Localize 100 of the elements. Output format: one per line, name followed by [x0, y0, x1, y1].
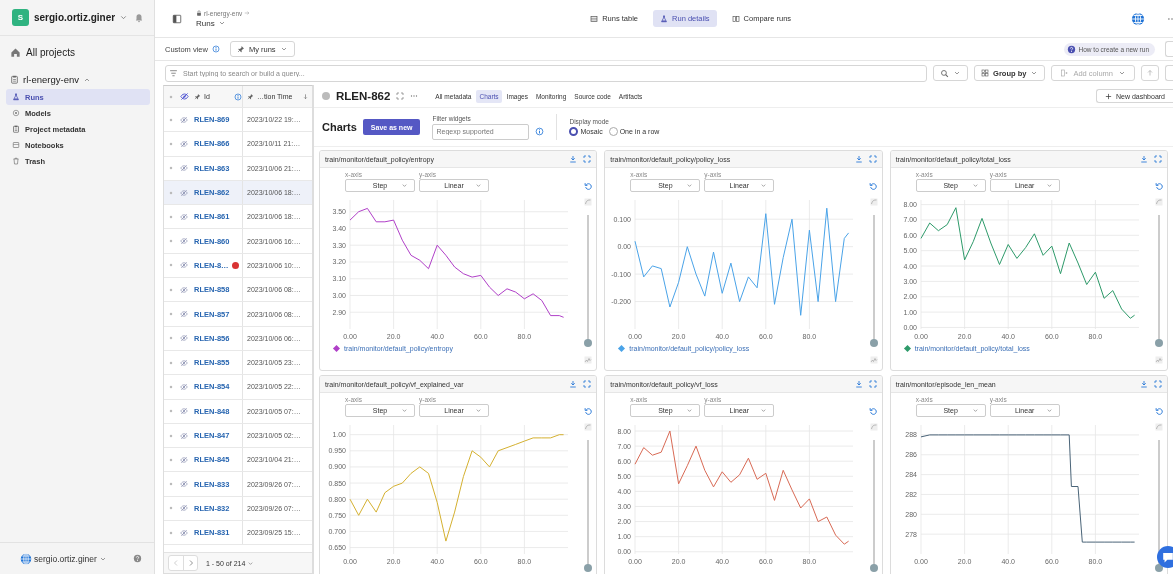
notebook-icon: [12, 141, 20, 149]
radio-button[interactable]: [608, 127, 618, 136]
chevron-down-icon: [119, 13, 129, 22]
slider-thumb[interactable]: [1155, 339, 1163, 347]
reset-zoom-button[interactable]: [1154, 182, 1164, 191]
fullscreen-button[interactable]: [583, 380, 592, 388]
reset-icon: [583, 407, 593, 416]
project-toggle[interactable]: rl-energy-env: [0, 74, 154, 89]
legend-marker: [618, 344, 626, 352]
trash-icon: [12, 157, 20, 165]
fullscreen-button[interactable]: [1154, 155, 1162, 163]
download-icon: [1140, 380, 1148, 388]
fullscreen-button[interactable]: [1154, 380, 1162, 388]
smoothing-toggle[interactable]: [584, 423, 593, 431]
pin-icon: [236, 45, 245, 53]
reset-icon: [869, 182, 879, 191]
reset-icon: [1154, 182, 1164, 191]
smoothing-toggle[interactable]: [1155, 423, 1163, 431]
eye-off-icon: [180, 164, 188, 173]
clipboard-icon: [12, 125, 20, 133]
slider-thumb[interactable]: [869, 564, 878, 572]
upload-button[interactable]: [1141, 65, 1159, 81]
smoothing-toggle[interactable]: [869, 198, 878, 206]
chevron-down-icon: [686, 182, 694, 189]
chevron-down-icon: [475, 407, 482, 414]
search-dropdown[interactable]: [933, 65, 969, 81]
smoothing-toggle[interactable]: [869, 423, 878, 431]
download-icon: [569, 380, 578, 388]
chevron-down-icon: [401, 407, 408, 414]
fullscreen-icon: [583, 380, 592, 388]
download-button[interactable]: [1140, 380, 1148, 388]
sort-icon: [302, 93, 309, 100]
plus-icon: [1104, 92, 1112, 100]
clipboard-icon: [10, 75, 19, 84]
help-icon: [1066, 44, 1076, 54]
fullscreen-icon: [1154, 155, 1162, 163]
eye-off-icon: [180, 407, 188, 416]
eye-off-icon: [180, 528, 188, 537]
help-icon: [133, 554, 142, 563]
curve-icon: [584, 423, 593, 431]
reset-zoom-button[interactable]: [1154, 407, 1164, 416]
pin-icon: [194, 93, 201, 100]
chevron-down-icon: [1045, 407, 1053, 414]
flask-icon: [12, 93, 20, 101]
fullscreen-icon: [1154, 380, 1162, 388]
line-chart-icon: [869, 356, 878, 364]
reset-zoom-button[interactable]: [583, 182, 593, 191]
info-icon: [234, 92, 242, 101]
bell-icon: [134, 12, 144, 23]
reset-zoom-button[interactable]: [869, 182, 879, 191]
chevron-down-icon: [971, 182, 979, 189]
reset-zoom-button[interactable]: [583, 407, 593, 416]
slider-thumb[interactable]: [584, 339, 593, 347]
columns-icon: [731, 14, 740, 23]
raw-data-toggle[interactable]: [584, 356, 593, 364]
page-dropdown[interactable]: Runs: [196, 18, 251, 28]
fullscreen-icon: [868, 380, 877, 388]
eye-off-icon: [180, 139, 188, 148]
flask-icon: [660, 14, 669, 23]
column-plus-icon: [1060, 69, 1069, 77]
smoothing-toggle[interactable]: [584, 198, 593, 206]
download-button[interactable]: [1140, 155, 1148, 163]
fullscreen-button[interactable]: [868, 380, 877, 388]
download-button[interactable]: [854, 380, 863, 388]
curve-icon: [1155, 423, 1163, 431]
slider-thumb[interactable]: [869, 339, 878, 347]
fullscreen-button[interactable]: [868, 155, 877, 163]
all-projects-link[interactable]: All projects: [0, 36, 154, 74]
fullscreen-button[interactable]: [583, 155, 592, 163]
reset-zoom-button[interactable]: [869, 407, 879, 416]
curve-icon: [1155, 198, 1163, 206]
chevron-down-icon: [1118, 69, 1126, 77]
grid-icon: [981, 69, 990, 77]
radio-button[interactable]: [569, 127, 579, 136]
info-icon: [535, 126, 545, 136]
eye-off-icon: [180, 261, 188, 270]
eye-off-icon: [179, 92, 189, 101]
download-button[interactable]: [569, 155, 578, 163]
account-switcher[interactable]: sergio.ortiz.giner: [20, 552, 107, 565]
download-button[interactable]: [569, 380, 578, 388]
globe-icon: [1131, 11, 1145, 26]
download-button[interactable]: [854, 155, 863, 163]
account-menu[interactable]: sergio.ortiz.giner: [34, 12, 129, 23]
eye-off-icon: [180, 504, 188, 513]
reset-icon: [1154, 407, 1164, 416]
chevron-down-icon: [953, 69, 962, 77]
table-icon: [590, 14, 599, 23]
eye-off-icon: [180, 431, 188, 440]
download-icon: [569, 155, 578, 163]
search-icon: [940, 68, 950, 78]
raw-data-toggle[interactable]: [1155, 356, 1163, 364]
fullscreen-icon: [583, 155, 592, 163]
slider-thumb[interactable]: [584, 564, 593, 572]
lock-icon: [196, 10, 202, 16]
download-icon: [854, 380, 863, 388]
toolbar-button[interactable]: [1165, 65, 1173, 81]
toolbar-button[interactable]: [1165, 41, 1173, 57]
user-avatar: S: [12, 9, 29, 26]
smoothing-toggle[interactable]: [1155, 198, 1163, 206]
raw-data-toggle[interactable]: [869, 356, 878, 364]
